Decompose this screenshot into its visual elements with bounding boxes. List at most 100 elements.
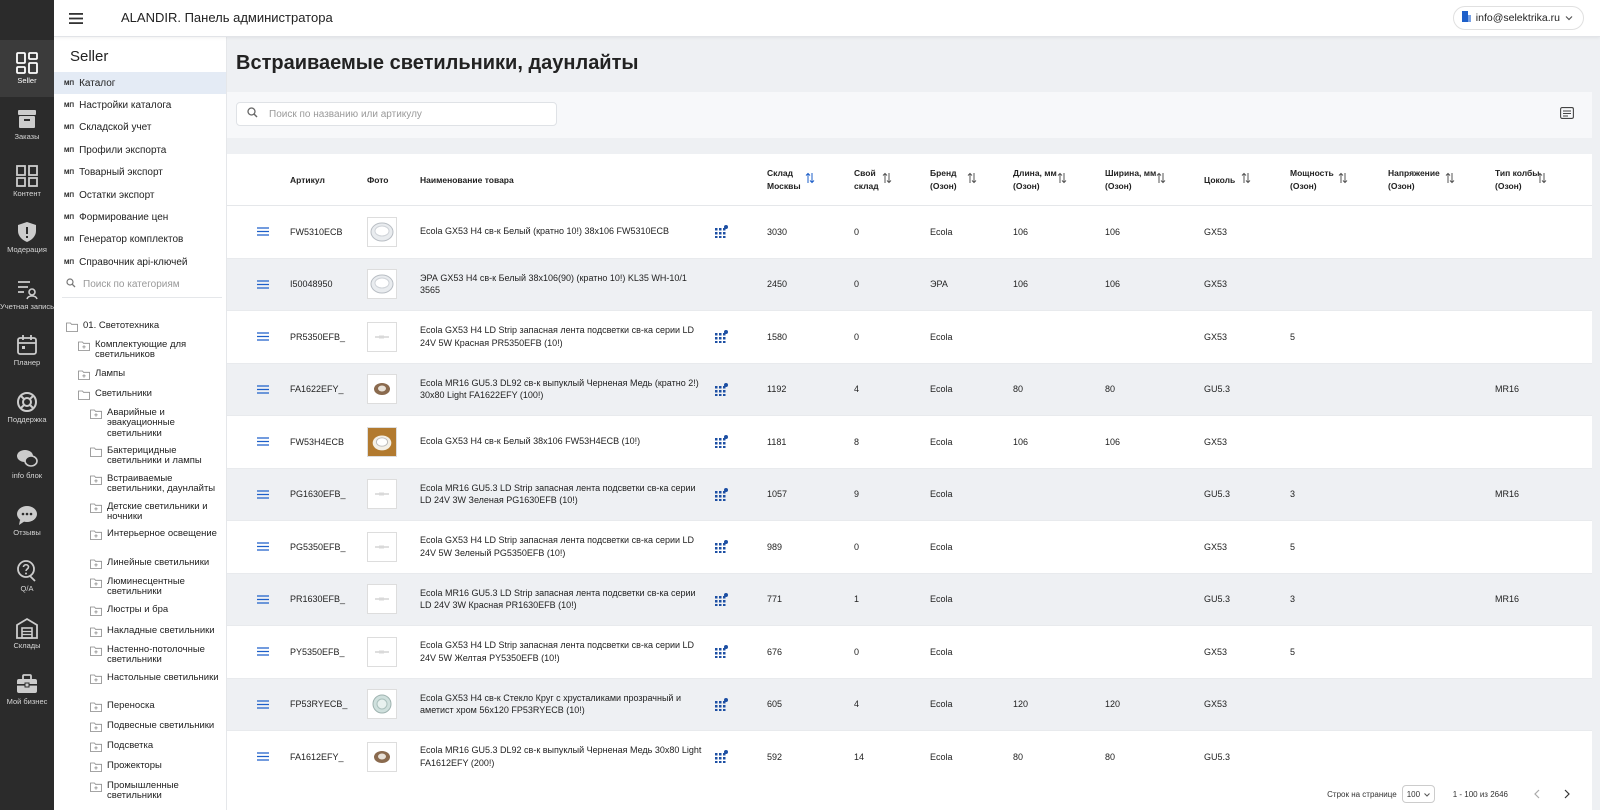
columns-settings-icon[interactable] — [1560, 107, 1576, 121]
sort-icon[interactable] — [882, 172, 894, 186]
table-row[interactable]: I50048950 ЭРА GX53 H4 св-к Белый 38x106(9… — [227, 258, 1592, 311]
drag-handle-icon[interactable] — [257, 416, 269, 468]
product-photo[interactable] — [367, 469, 397, 521]
category-tree-item[interactable]: Промышленные светильники — [90, 780, 221, 802]
table-row[interactable]: PR5350EFB_ Ecola GX53 H4 LD Strip запасна… — [227, 311, 1592, 364]
drag-handle-icon[interactable] — [257, 731, 269, 783]
marketplace-grid-icon[interactable] — [715, 469, 728, 521]
category-tree-item[interactable]: Встраиваемые светильники, даунлайты — [90, 473, 221, 495]
marketplace-grid-icon[interactable] — [715, 364, 728, 416]
marketplace-grid-icon[interactable] — [715, 416, 728, 468]
marketplace-grid-icon[interactable] — [715, 574, 728, 626]
sidebar-menu-item[interactable]: МП Формирование цен — [54, 206, 226, 228]
table-row[interactable]: FP53RYECB_ Ecola GX53 H4 св-к Стекло Круг… — [227, 678, 1592, 731]
sort-icon[interactable] — [967, 172, 979, 186]
rows-per-page-select[interactable]: 100 — [1401, 785, 1435, 803]
product-photo[interactable] — [367, 416, 397, 468]
product-photo[interactable] — [367, 364, 397, 416]
category-tree-item[interactable]: Подсветка — [90, 740, 221, 755]
marketplace-grid-icon[interactable] — [715, 521, 728, 573]
category-search[interactable]: Поиск по категориям — [62, 272, 222, 298]
category-tree-item[interactable]: Линейные светильники — [90, 557, 221, 572]
product-photo[interactable] — [367, 311, 397, 363]
rail-item-content[interactable]: Контент — [0, 153, 54, 210]
marketplace-grid-icon[interactable] — [715, 626, 728, 678]
rail-item-lifebuoy[interactable]: Поддержка — [0, 379, 54, 436]
user-menu-button[interactable]: info@selektrika.ru — [1452, 6, 1584, 30]
category-tree-item[interactable]: Аварийные и эвакуационные светильники — [90, 407, 221, 439]
rail-item-shield[interactable]: Модерация — [0, 210, 54, 267]
sidebar-menu-item[interactable]: МП Каталог — [54, 72, 226, 94]
category-tree-item[interactable]: Светильники — [78, 388, 221, 403]
table-row[interactable]: PG1630EFB_ Ecola MR16 GU5.3 LD Strip запа… — [227, 468, 1592, 521]
drag-handle-icon[interactable] — [257, 259, 269, 311]
product-photo[interactable] — [367, 626, 397, 678]
table-row[interactable]: FA1612EFY_ Ecola MR16 GU5.3 DL92 св-к вып… — [227, 731, 1592, 784]
table-row[interactable]: PG5350EFB_ Ecola GX53 H4 LD Strip запасна… — [227, 521, 1592, 574]
rail-item-briefcase[interactable]: Мой бизнес — [0, 662, 54, 719]
next-page-button[interactable] — [1560, 789, 1574, 799]
category-tree-item[interactable]: Настенно-потолочные светильники — [90, 644, 221, 666]
sort-icon[interactable] — [1057, 172, 1069, 186]
rail-item-reviews[interactable]: Отзывы — [0, 492, 54, 549]
category-tree-item[interactable]: Накладные светильники — [90, 625, 221, 640]
category-tree-item[interactable]: Переноска — [90, 700, 221, 715]
category-tree-item[interactable]: Комплектующие для светильников — [78, 339, 221, 361]
sort-icon[interactable] — [1241, 172, 1253, 186]
rail-item-warehouse[interactable]: Склады — [0, 605, 54, 662]
sort-icon[interactable] — [1537, 172, 1549, 186]
category-tree-item[interactable]: Детские светильники и ночники — [90, 501, 221, 523]
sort-icon[interactable] — [1338, 172, 1350, 186]
sidebar-menu-item[interactable]: МП Профили экспорта — [54, 139, 226, 161]
sidebar-menu-item[interactable]: МП Настройки каталога — [54, 94, 226, 116]
rail-item-qa[interactable]: Q/A — [0, 549, 54, 606]
product-photo[interactable] — [367, 259, 397, 311]
category-tree-item[interactable]: Люстры и бра — [90, 604, 221, 619]
sort-icon[interactable] — [1156, 172, 1168, 186]
sidebar-menu-item[interactable]: МП Складской учет — [54, 117, 226, 139]
table-row[interactable]: PR1630EFB_ Ecola MR16 GU5.3 LD Strip запа… — [227, 573, 1592, 626]
category-tree-item[interactable]: 01. Светотехника — [66, 320, 221, 335]
category-tree-item[interactable]: Лампы — [78, 368, 221, 383]
sort-icon[interactable] — [1445, 172, 1457, 186]
drag-handle-icon[interactable] — [257, 469, 269, 521]
rail-item-calendar[interactable]: Планер — [0, 323, 54, 380]
sidebar-menu-item[interactable]: МП Генератор комплектов — [54, 229, 226, 251]
product-photo[interactable] — [367, 679, 397, 731]
drag-handle-icon[interactable] — [257, 679, 269, 731]
marketplace-grid-icon[interactable] — [715, 679, 728, 731]
rail-item-chat[interactable]: info блок — [0, 436, 54, 493]
sidebar-menu-item[interactable]: МП Остатки экспорт — [54, 184, 226, 206]
table-row[interactable]: FW5310ECB Ecola GX53 H4 св-к Белый (кратн… — [227, 206, 1592, 259]
drag-handle-icon[interactable] — [257, 574, 269, 626]
category-tree-item[interactable]: Прожекторы — [90, 760, 221, 775]
category-tree-item[interactable]: Настольные светильники — [90, 672, 221, 687]
drag-handle-icon[interactable] — [257, 311, 269, 363]
category-tree-item[interactable]: Подвесные светильники — [90, 720, 221, 735]
category-tree-item[interactable]: Бактерицидные светильники и лампы — [90, 445, 221, 467]
sidebar-menu-item[interactable]: МП Справочник api-ключей — [54, 251, 226, 273]
product-photo[interactable] — [367, 731, 397, 783]
prev-page-button[interactable] — [1530, 789, 1544, 799]
sidebar-menu-item[interactable]: МП Товарный экспорт — [54, 162, 226, 184]
product-photo[interactable] — [367, 206, 397, 258]
category-tree-item[interactable]: Интерьерное освещение — [90, 528, 221, 543]
table-row[interactable]: PY5350EFB_ Ecola GX53 H4 LD Strip запасна… — [227, 626, 1592, 679]
marketplace-grid-icon[interactable] — [715, 206, 728, 258]
rail-item-box[interactable]: Заказы — [0, 97, 54, 154]
drag-handle-icon[interactable] — [257, 364, 269, 416]
product-photo[interactable] — [367, 574, 397, 626]
product-photo[interactable] — [367, 521, 397, 573]
product-search-input[interactable] — [269, 108, 519, 120]
table-row[interactable]: FW53H4ECB Ecola GX53 H4 св-к Белый 38x106… — [227, 416, 1592, 469]
drag-handle-icon[interactable] — [257, 626, 269, 678]
rail-item-account[interactable]: Учетная запись — [0, 266, 54, 323]
drag-handle-icon[interactable] — [257, 206, 269, 258]
menu-icon[interactable] — [66, 9, 86, 27]
drag-handle-icon[interactable] — [257, 521, 269, 573]
rail-item-grid[interactable]: Seller — [0, 40, 54, 97]
marketplace-grid-icon[interactable] — [715, 731, 728, 783]
category-tree-item[interactable]: Люминесцентные светильники — [90, 576, 221, 598]
sort-icon[interactable] — [805, 172, 817, 186]
table-row[interactable]: FA1622EFY_ Ecola MR16 GU5.3 DL92 св-к вып… — [227, 363, 1592, 416]
